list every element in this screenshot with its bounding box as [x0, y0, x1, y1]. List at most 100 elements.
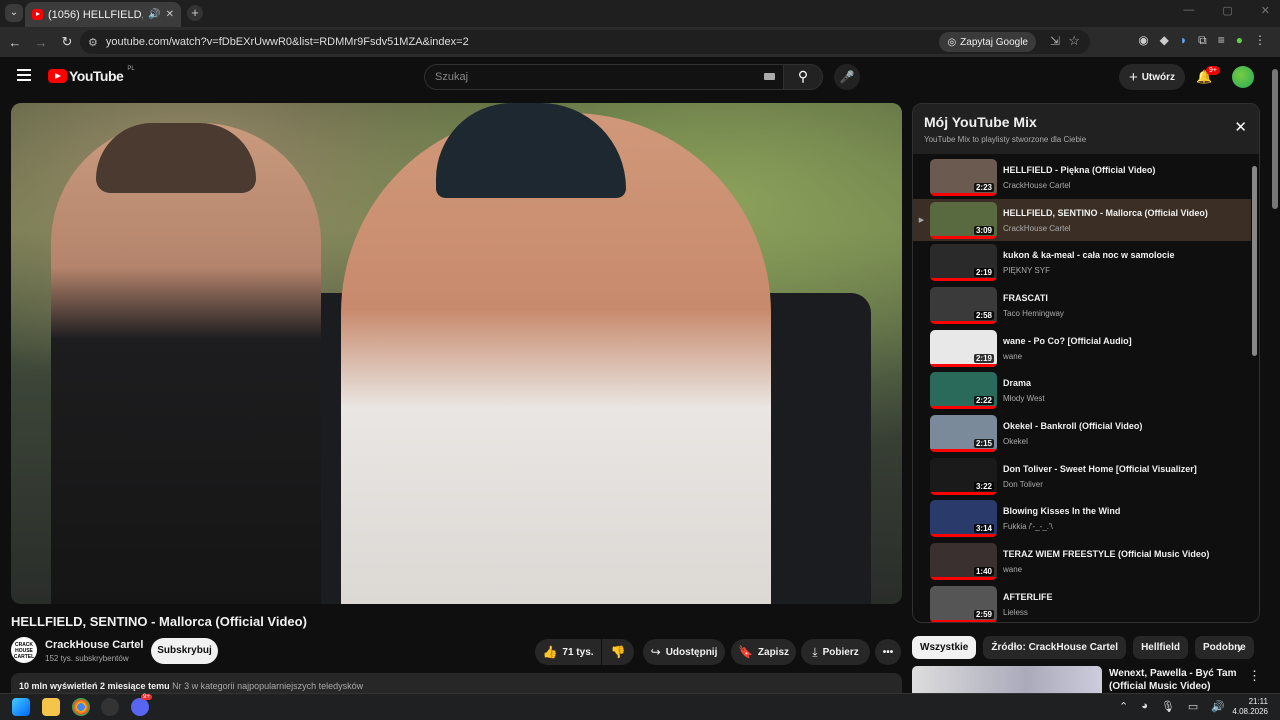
- windows-start-icon[interactable]: [12, 698, 30, 716]
- bookmark-icon: 🔖: [737, 645, 753, 659]
- forward-icon[interactable]: →: [28, 35, 54, 50]
- close-icon[interactable]: ✕: [1234, 118, 1247, 136]
- site-info-icon[interactable]: ⚙: [88, 36, 98, 49]
- watch-progress-bar: [930, 278, 997, 282]
- video-player[interactable]: [11, 103, 902, 604]
- playlist-thumbnail[interactable]: 2:22: [930, 372, 997, 410]
- bookmark-star-icon[interactable]: ☆: [1068, 33, 1080, 49]
- account-avatar[interactable]: [1232, 66, 1254, 88]
- dislike-button[interactable]: 👎: [602, 639, 634, 665]
- media-control-icon[interactable]: ≡: [1218, 33, 1225, 48]
- browser-tab[interactable]: (1056) HELLFIELD, SENTINO 🔊 ✕: [25, 2, 181, 27]
- playlist-item[interactable]: 2:58 FRASCATI Taco Hemingway: [913, 284, 1251, 327]
- create-button[interactable]: + Utwórz: [1119, 64, 1185, 90]
- clock[interactable]: 21:11 4.08.2026: [1232, 697, 1268, 717]
- playlist-thumbnail[interactable]: 2:59: [930, 585, 997, 622]
- plus-icon: +: [1128, 68, 1138, 86]
- recommendation-thumbnail[interactable]: [912, 666, 1102, 693]
- video-frame-person-left: [51, 123, 321, 604]
- playlist-thumbnail[interactable]: 2:58: [930, 286, 997, 324]
- description-box[interactable]: 10 mln wyświetleń 2 miesiące temu Nr 3 w…: [11, 673, 902, 693]
- chevron-right-icon[interactable]: ›: [1237, 640, 1242, 656]
- playlist-item[interactable]: 2:19 wane - Po Co? [Official Audio] wane: [913, 327, 1251, 370]
- playlist-scrollbar[interactable]: [1251, 156, 1259, 622]
- close-window-icon[interactable]: ✕: [1261, 4, 1270, 17]
- playlist-item[interactable]: 2:22 Drama Młody West: [913, 369, 1251, 412]
- profile-icon[interactable]: ●: [1236, 33, 1243, 48]
- like-button[interactable]: 👍 71 tys.: [535, 639, 601, 665]
- install-app-icon[interactable]: ⇲: [1050, 34, 1060, 48]
- back-icon[interactable]: ←: [2, 35, 28, 50]
- filter-chip[interactable]: Hellfield: [1133, 636, 1188, 659]
- extensions-puzzle-icon[interactable]: ⧉: [1198, 33, 1207, 48]
- playlist-item[interactable]: 1:40 TERAZ WIEM FREESTYLE (Official Music…: [913, 540, 1251, 583]
- discord-icon[interactable]: [131, 698, 149, 716]
- playlist-video-title: HELLFIELD, SENTINO - Mallorca (Official …: [1003, 207, 1208, 218]
- search-input[interactable]: Szukaj: [424, 64, 784, 90]
- playlist-items: 2:23 HELLFIELD - Piękna (Official Video) C…: [913, 156, 1251, 622]
- discord-tray-icon[interactable]: ◕: [1141, 700, 1148, 713]
- ask-google-button[interactable]: ◎ Zapytaj Google: [939, 32, 1036, 52]
- minimize-icon[interactable]: —: [1183, 4, 1194, 17]
- playlist-item[interactable]: ▶ 3:09 HELLFIELD, SENTINO - Mallorca (Offi…: [913, 198, 1251, 242]
- extension-1-icon[interactable]: ◉: [1138, 33, 1148, 48]
- extension-2-icon[interactable]: ◆: [1160, 33, 1169, 48]
- channel-avatar[interactable]: CRACK HOUSE CARTEL: [11, 637, 37, 663]
- microphone-tray-icon[interactable]: 🎙: [1161, 700, 1175, 713]
- voice-search-button[interactable]: 🎤: [834, 64, 860, 90]
- filter-chip[interactable]: Źródło: CrackHouse Cartel: [983, 636, 1127, 659]
- search-button[interactable]: ⚲: [783, 64, 823, 90]
- playlist-thumbnail[interactable]: 1:40: [930, 543, 997, 581]
- thumbs-down-icon: 👎: [610, 645, 626, 659]
- new-tab-button[interactable]: +: [187, 5, 203, 21]
- page-scrollbar[interactable]: [1270, 57, 1280, 693]
- search-placeholder: Szukaj: [435, 71, 469, 83]
- playlist-item[interactable]: 2:19 kukon & ka-meal - cała noc w samoloc…: [913, 241, 1251, 284]
- playlist-item[interactable]: 2:23 HELLFIELD - Piękna (Official Video) C…: [913, 156, 1251, 199]
- playlist-thumbnail[interactable]: 3:22: [930, 457, 997, 495]
- playlist-item[interactable]: 3:22 Don Toliver - Sweet Home [Official V…: [913, 455, 1251, 498]
- address-bar[interactable]: ⚙ youtube.com/watch?v=fDbEXrUwwR0&list=R…: [80, 30, 1090, 54]
- chevron-up-icon[interactable]: ⌃: [1119, 700, 1128, 713]
- chrome-icon[interactable]: [72, 698, 90, 716]
- file-explorer-icon[interactable]: [42, 698, 60, 716]
- more-actions-button[interactable]: •••: [875, 639, 901, 665]
- video-duration: 2:58: [973, 310, 994, 320]
- subscriber-count: 152 tys. subskrybentów: [45, 654, 129, 663]
- page-scrollbar-thumb[interactable]: [1272, 69, 1278, 209]
- playlist-thumbnail[interactable]: 2:15: [930, 414, 997, 452]
- playlist-item[interactable]: 2:15 Okekel - Bankroll (Official Video) Ok…: [913, 412, 1251, 455]
- share-button[interactable]: ↪ Udostępnij: [643, 639, 725, 665]
- more-vertical-icon[interactable]: ⋮: [1248, 668, 1261, 684]
- reload-icon[interactable]: ↻: [54, 34, 80, 50]
- filter-chip[interactable]: Podobne: [1194, 636, 1254, 659]
- tab-search-button[interactable]: ⌄: [5, 4, 23, 22]
- playlist-item[interactable]: 3:14 Blowing Kisses In the Wind Fukkia /'-…: [913, 498, 1251, 541]
- filter-chip[interactable]: Wszystkie: [912, 636, 977, 659]
- download-button[interactable]: ⤓ Pobierz: [801, 639, 870, 665]
- browser-menu-icon[interactable]: ⋮: [1254, 33, 1266, 48]
- watch-progress-bar: [930, 406, 997, 410]
- channel-name[interactable]: CrackHouse Cartel: [45, 639, 143, 651]
- keyboard-icon[interactable]: [764, 73, 775, 80]
- playlist-scrollbar-thumb[interactable]: [1252, 166, 1257, 356]
- volume-icon[interactable]: 🔊: [1211, 700, 1225, 713]
- watch-progress-bar: [930, 448, 997, 452]
- extension-3-icon[interactable]: ◗: [1180, 33, 1187, 48]
- youtube-logo[interactable]: YouTube PL: [48, 66, 135, 84]
- playlist-thumbnail[interactable]: 2:19: [930, 329, 997, 367]
- playlist-thumbnail[interactable]: 2:23: [930, 158, 997, 196]
- maximize-icon[interactable]: ▢: [1222, 4, 1232, 17]
- app-icon[interactable]: [101, 698, 119, 716]
- playlist-thumbnail[interactable]: 2:19: [930, 244, 997, 282]
- save-button[interactable]: 🔖 Zapisz: [731, 639, 796, 665]
- playlist-thumbnail[interactable]: 3:09: [930, 201, 997, 239]
- subscribe-button[interactable]: Subskrybuj: [151, 638, 218, 664]
- monitor-icon[interactable]: ▭: [1188, 700, 1198, 713]
- playlist-item[interactable]: 2:59 AFTERLIFE Lieless: [913, 583, 1251, 622]
- menu-hamburger-icon[interactable]: [17, 69, 31, 81]
- playlist-thumbnail[interactable]: 3:14: [930, 500, 997, 538]
- close-tab-icon[interactable]: ✕: [166, 9, 174, 20]
- speaker-icon[interactable]: 🔊: [148, 9, 160, 20]
- recommendation-title[interactable]: Wenext, Pawella - Być Tam (Official Musi…: [1109, 667, 1249, 693]
